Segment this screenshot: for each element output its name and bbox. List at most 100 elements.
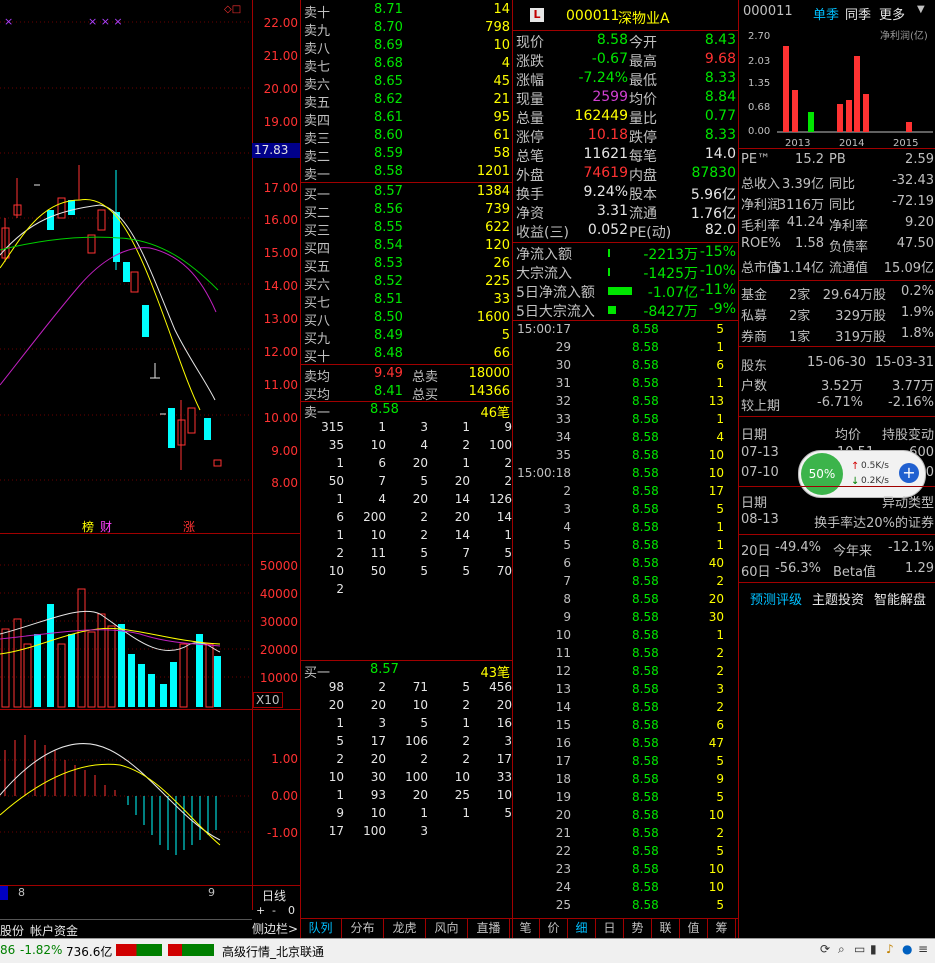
tick-time: 17 [555, 754, 571, 768]
bottom-left-tabs: 股份 帐户资金 [0, 919, 252, 939]
plus-icon[interactable]: + [899, 463, 919, 483]
tick-time: 18 [555, 772, 571, 786]
perf-row: 20日 -49.4% 今年来 -12.1% [741, 540, 934, 560]
svg-text:2014: 2014 [839, 138, 864, 148]
bell-icon[interactable]: ♪ [886, 942, 894, 956]
tab-more[interactable]: 更多 [879, 4, 905, 23]
sell-price: 8.70 [374, 20, 403, 35]
volume-chart[interactable] [0, 534, 252, 708]
chart-corner-icons[interactable]: ◇□ [224, 4, 241, 15]
queue-cell: 20 [412, 456, 428, 470]
sell-row[interactable]: 卖六 8.65 45 [304, 74, 510, 93]
flow-row: 5日大宗流入 -8427万 -9% [516, 301, 738, 320]
sell-volume: 21 [493, 92, 510, 107]
buy-row[interactable]: 买七 8.51 33 [304, 292, 510, 311]
queue-row: 50 7 5 20 2 [304, 474, 512, 492]
ob-tab[interactable]: 直播 [468, 919, 510, 938]
tick-tab[interactable]: 联 [652, 919, 680, 938]
quote-row: 换手 9.24% 股本 5.96亿 [516, 184, 738, 203]
tick-tab[interactable]: 笔 [512, 919, 540, 938]
sell-row[interactable]: 卖九 8.70 798 [304, 20, 510, 39]
quote-value: 8.58 [596, 32, 628, 48]
ob-tab[interactable]: 分布 [342, 919, 384, 938]
fund-code: 000011 [743, 4, 793, 19]
tick-tab[interactable]: 筹 [708, 919, 736, 938]
dropdown-icon[interactable]: ▼ [917, 4, 925, 15]
buy-row[interactable]: 买八 8.50 1600 [304, 310, 510, 329]
zoom-out-button[interactable]: - [272, 904, 276, 917]
flow-bar [608, 287, 632, 295]
sell-row[interactable]: 卖二 8.59 58 [304, 146, 510, 165]
sell-row[interactable]: 卖四 8.61 95 [304, 110, 510, 129]
ob-tab[interactable]: 龙虎 [384, 919, 426, 938]
search-icon[interactable]: ⌕ [838, 942, 845, 957]
quote-row: 涨幅 -7.24% 最低 8.33 [516, 70, 738, 89]
marks-text: × × × [88, 15, 123, 28]
sell-row[interactable]: 卖一 8.58 1201 [304, 164, 510, 183]
zoom-reset-button[interactable]: 0 [288, 904, 295, 917]
data-feed-label[interactable]: 高级行情_北京联通 [222, 943, 324, 960]
link-theme-investment[interactable]: 主题投资 [812, 589, 864, 608]
sell-row[interactable]: 卖十 8.71 14 [304, 2, 510, 21]
user-icon[interactable]: ● [902, 942, 912, 956]
buy-row[interactable]: 买九 8.49 5 [304, 328, 510, 347]
tab-single-quarter[interactable]: 单季 [813, 4, 839, 23]
buy-row[interactable]: 买十 8.48 66 [304, 346, 510, 365]
queue-cell: 2 [462, 698, 470, 712]
sell-row[interactable]: 卖七 8.68 4 [304, 56, 510, 75]
tab-shares[interactable]: 股份 [0, 922, 24, 939]
tick-tab[interactable]: 日 [596, 919, 624, 938]
quote-key: 换手 [516, 187, 544, 203]
tick-tab[interactable]: 价 [540, 919, 568, 938]
network-speed-widget[interactable]: 50% ↑ 0.5K/s ↓ 0.2K/s + [798, 450, 926, 498]
metric-value: -32.43 [892, 173, 934, 188]
menu-icon[interactable]: ≡ [918, 942, 928, 956]
zoom-in-button[interactable]: + [256, 904, 265, 917]
ob-tab[interactable]: 队列 [300, 919, 342, 938]
kline-chart[interactable]: × × × × [0, 0, 252, 533]
buy-volume: 66 [493, 346, 510, 361]
tick-price: 8.58 [632, 448, 659, 462]
queue-cell: 5 [420, 546, 428, 560]
buy-row[interactable]: 买五 8.53 26 [304, 256, 510, 275]
tick-tab[interactable]: 势 [624, 919, 652, 938]
buy-row[interactable]: 买六 8.52 225 [304, 274, 510, 293]
buy-row[interactable]: 买三 8.55 622 [304, 220, 510, 239]
refresh-icon[interactable]: ⟳ [820, 942, 830, 956]
buy-price: 8.52 [374, 274, 403, 289]
sidebar-toggle[interactable]: 侧边栏> [252, 920, 300, 937]
sell-row[interactable]: 卖五 8.62 21 [304, 92, 510, 111]
signal-icon[interactable]: ▮ [870, 942, 877, 956]
sell-row[interactable]: 卖八 8.69 10 [304, 38, 510, 57]
queue-cell: 6 [336, 510, 344, 524]
queue-cell: 5 [420, 474, 428, 488]
tab-same-quarter[interactable]: 同季 [845, 4, 871, 23]
screen-icon[interactable]: ▭ [854, 942, 865, 956]
tick-tab[interactable]: 值 [680, 919, 708, 938]
quote-key: 总笔 [516, 149, 544, 165]
ob-tab[interactable]: 风向 [426, 919, 468, 938]
perf-key: Beta值 [833, 565, 876, 580]
fund-metric-row: 毛利率 41.24 净利率 9.20 [741, 215, 934, 235]
buy-row[interactable]: 买四 8.54 120 [304, 238, 510, 257]
sell-label: 卖十 [304, 6, 331, 21]
queue-cell: 5 [336, 734, 344, 748]
tick-time: 33 [555, 412, 571, 426]
buy-row[interactable]: 买一 8.57 1384 [304, 184, 510, 203]
link-smart-analysis[interactable]: 智能解盘 [874, 589, 926, 608]
sell-row[interactable]: 卖三 8.60 61 [304, 128, 510, 147]
tick-price: 8.58 [632, 808, 659, 822]
macd-chart[interactable] [0, 710, 252, 885]
link-forecast-rating[interactable]: 预测评级 [750, 589, 802, 608]
tick-row: 17 8.58 5 [516, 754, 724, 772]
buy-price: 8.54 [374, 238, 403, 253]
tick-row: 15:00:18 8.58 10 [516, 466, 724, 484]
queue-cell: 456 [489, 680, 512, 694]
buy-row[interactable]: 买二 8.56 739 [304, 202, 510, 221]
sell-price: 8.68 [374, 56, 403, 71]
tick-volume: 1 [716, 376, 724, 390]
tick-row: 21 8.58 2 [516, 826, 724, 844]
tab-account-funds[interactable]: 帐户资金 [30, 922, 78, 939]
period-label[interactable]: 日线 [262, 887, 286, 904]
tick-tab[interactable]: 细 [568, 919, 596, 938]
